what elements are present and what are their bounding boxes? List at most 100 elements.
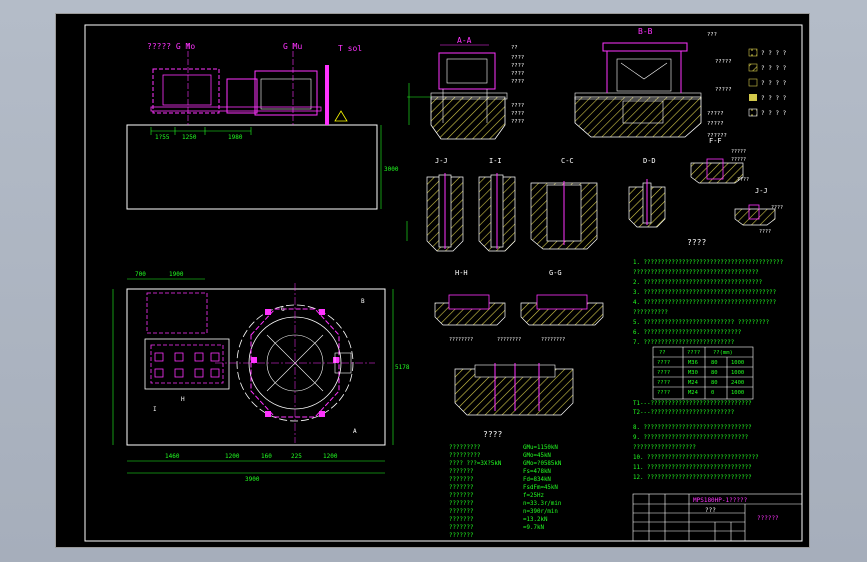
ff-callout-0: ????? bbox=[731, 149, 746, 155]
aa-callout-0: ?? bbox=[511, 45, 518, 51]
elev-dim-3: 1980 bbox=[228, 134, 243, 141]
drawing-text: ??????? bbox=[449, 501, 473, 507]
drawing-text: Fd=834kN bbox=[523, 477, 551, 483]
note-line-3: 3. ?????????????????????????????????????… bbox=[633, 290, 776, 296]
plan-dim-bottom-3: 225 bbox=[291, 453, 302, 460]
note-line-11: 8. ??????????????????????????????? bbox=[633, 425, 752, 431]
drawing-text: =13.2kN bbox=[523, 517, 548, 523]
plan-label-a: A bbox=[353, 428, 357, 435]
elev-height-dim: 3000 bbox=[384, 166, 399, 173]
section-dd: D-D bbox=[628, 157, 666, 228]
bb-callout-4: ????? bbox=[707, 121, 724, 127]
plan-dim-height: 5178 bbox=[395, 364, 410, 371]
note-line-4: 4. ?????????????????????????????????????… bbox=[633, 300, 776, 306]
drawing-text: ???? bbox=[657, 360, 670, 366]
elevation-view: ????? G Mo G Mu T sol 1?55 1250 1980 300… bbox=[126, 42, 399, 210]
grout-icon bbox=[748, 78, 758, 87]
drawing-text: 0 bbox=[711, 390, 714, 396]
bb-callout-1: ????? bbox=[715, 59, 732, 65]
title-footer: ?????? bbox=[757, 515, 779, 522]
plan-dim-bottom-2: 160 bbox=[261, 453, 272, 460]
section-kk: J-J ???? ???? bbox=[734, 187, 783, 235]
plan-label-i: I bbox=[153, 406, 157, 413]
hatch-icon bbox=[748, 48, 758, 57]
aa-callout-1: ???? bbox=[511, 55, 524, 61]
drawing-text: ??????? bbox=[449, 509, 473, 515]
drawing-text: M24 bbox=[688, 380, 699, 386]
note-line-12: 9. ?????????????????????????????? bbox=[633, 435, 748, 441]
bb-callout-3: ????? bbox=[707, 111, 724, 117]
drawing-text: FsdFm=45kN bbox=[523, 485, 558, 491]
plan-dim-top-1: 1900 bbox=[169, 271, 184, 278]
cad-viewer: ????? G Mo G Mu T sol 1?55 1250 1980 300… bbox=[0, 0, 867, 562]
plan-label-h: H bbox=[181, 396, 185, 403]
note-line-1: ???????????????????????????????????? bbox=[633, 270, 759, 276]
bolt-header-0: ?? bbox=[659, 350, 666, 356]
note-line-10: T2---???????????????????????? bbox=[633, 410, 734, 416]
section-bb: B-B ??? ????? ????? ????? ????? ?????? bbox=[574, 27, 732, 139]
drawing-canvas: ????? G Mo G Mu T sol 1?55 1250 1980 300… bbox=[55, 13, 810, 548]
kk-callout-0: ???? bbox=[771, 205, 783, 211]
note-line-6: 5. ?????????????????????????? ????????? bbox=[633, 320, 769, 326]
note-line-5: ?????????? bbox=[633, 310, 668, 316]
drawing-text: 1000 bbox=[731, 390, 744, 396]
drawing-text: ??????? bbox=[449, 469, 473, 475]
drawing-text: ??????? bbox=[449, 525, 473, 531]
kk-callout-1: ???? bbox=[759, 229, 771, 235]
aa-callout-4: ???? bbox=[511, 79, 524, 85]
fill-icon bbox=[749, 94, 757, 101]
drawing-text: ???? ???=3X?5kN bbox=[449, 461, 502, 467]
section-cc: C-C bbox=[530, 157, 598, 250]
drawing-text: ??????? bbox=[449, 533, 473, 539]
legend-label-3: ? ? ? ? bbox=[761, 95, 787, 102]
drawing-text: ???? bbox=[657, 390, 670, 396]
drawing-text: M36 bbox=[688, 360, 698, 366]
elev-dim-2: 1250 bbox=[182, 134, 197, 141]
drawing-text: GMo=?0585kN bbox=[523, 461, 562, 467]
section-bb-title: B-B bbox=[638, 27, 653, 36]
ee-callout-0: ???????? bbox=[449, 337, 473, 343]
plan-dim-bottom-0: 1460 bbox=[165, 453, 180, 460]
parameters: ???? ????????? ????????? ???? ???=3X?5kN… bbox=[449, 430, 562, 539]
plan-label-b: B bbox=[361, 298, 365, 305]
drawing-text: ??????? bbox=[449, 517, 473, 523]
section-hh-title: H-H bbox=[455, 269, 468, 277]
note-line-0: 1. ?????????????????????????????????????… bbox=[633, 260, 783, 266]
section-aa: A-A ?? ???? ???? ???? ???? ???? ???? ???… bbox=[407, 36, 524, 140]
ff-callout-1: ????? bbox=[731, 157, 746, 163]
section-gg-title: G-G bbox=[549, 269, 562, 277]
concrete-icon bbox=[748, 63, 758, 72]
note-line-16: 12. ?????????????????????????????? bbox=[633, 475, 752, 481]
drawing-text: 1000 bbox=[731, 360, 744, 366]
drawing-text: ??????? bbox=[449, 493, 473, 499]
plan-dim-total: 3900 bbox=[245, 476, 260, 483]
bolt-header-2: ??(mm) bbox=[713, 350, 733, 356]
plan-dim-bottom-1: 1200 bbox=[225, 453, 240, 460]
note-line-2: 2. ?????????????????????????????????? bbox=[633, 280, 762, 286]
section-ii: I-I bbox=[478, 157, 516, 252]
drawing-text: ???? bbox=[657, 380, 670, 386]
drawing-text: f=25Hz bbox=[523, 493, 544, 499]
ee-callout-1: ???????? bbox=[497, 337, 521, 343]
aa-callout-3: ???? bbox=[511, 71, 524, 77]
section-ff-title: F-F bbox=[709, 137, 722, 145]
ee-callout-2: ???????? bbox=[541, 337, 565, 343]
drawing-text: 80 bbox=[711, 380, 718, 386]
note-line-15: 11. ?????????????????????????????? bbox=[633, 465, 752, 471]
section-gg: G-G bbox=[520, 269, 604, 326]
section-jj: J-J bbox=[406, 157, 464, 252]
note-line-14: 10. ???????????????????????????????? bbox=[633, 455, 759, 461]
drawing-text: M24 bbox=[688, 390, 699, 396]
plan-view: 700 1900 1460 1200 160 225 1200 3900 517… bbox=[112, 271, 410, 483]
params-title: ???? bbox=[483, 430, 502, 439]
section-ee: ???????? ???????? ???????? bbox=[449, 337, 574, 416]
aa-callout-6: ???? bbox=[511, 111, 524, 117]
plan-label-g: G bbox=[281, 306, 285, 313]
aa-callout-5: ???? bbox=[511, 103, 524, 109]
drawing-viewport[interactable]: ????? G Mo G Mu T sol 1?55 1250 1980 300… bbox=[55, 13, 810, 548]
drawing-text: GMo=45kN bbox=[523, 453, 551, 459]
drawing-text: Fs=478kN bbox=[523, 469, 551, 475]
elevation-label-right: T sol bbox=[338, 44, 362, 53]
drawing-text: GMu=1150kN bbox=[523, 445, 558, 451]
plan-foundation bbox=[126, 288, 386, 446]
